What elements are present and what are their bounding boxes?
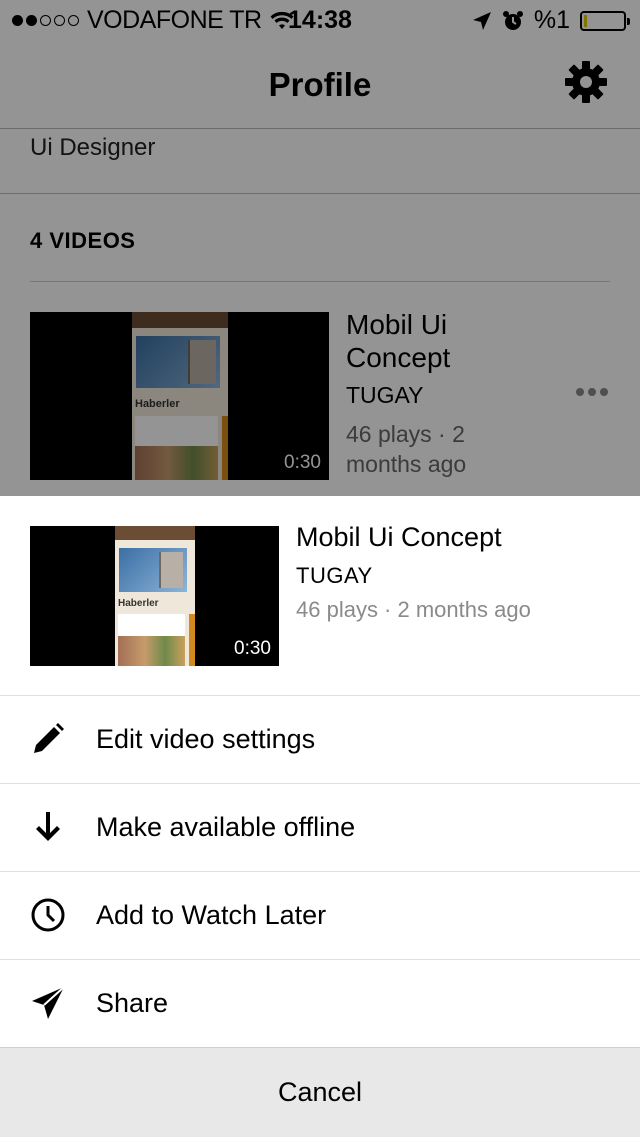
- download-arrow-icon: [36, 812, 60, 841]
- menu-item-label: Make available offline: [96, 812, 356, 842]
- menu-item-label: Add to Watch Later: [96, 900, 327, 930]
- add-to-watch-later-button[interactable]: Add to Watch Later: [0, 872, 640, 960]
- make-available-offline-button[interactable]: Make available offline: [0, 784, 640, 872]
- menu-item-label: Edit video settings: [96, 724, 316, 754]
- paper-plane-icon: [32, 986, 65, 1019]
- modal-overlay[interactable]: [0, 0, 640, 496]
- thumbnail-heading: Haberler: [118, 598, 159, 609]
- video-duration: 0:30: [234, 638, 271, 659]
- share-button[interactable]: Share: [0, 960, 640, 1047]
- menu-item-label: Share: [96, 988, 169, 1018]
- clock-icon: [31, 898, 65, 932]
- video-thumbnail: Haberler 0:30: [30, 526, 279, 666]
- thumbnail-image: Haberler: [115, 526, 195, 666]
- video-channel: TUGAY: [296, 563, 373, 588]
- screen: VODAFONE TR 14:38 %1 Profile Ui Designer…: [0, 0, 640, 1137]
- video-meta: 46 plays · 2 months ago: [296, 597, 531, 622]
- pencil-icon: [34, 723, 64, 753]
- action-sheet: Haberler 0:30 Mobil Ui Concept TUGAY 46 …: [0, 496, 640, 1137]
- cancel-button[interactable]: Cancel: [0, 1047, 640, 1137]
- edit-video-settings-button[interactable]: Edit video settings: [0, 696, 640, 784]
- video-info: Mobil Ui Concept TUGAY 46 plays · 2 mont…: [296, 522, 531, 623]
- action-sheet-header: Haberler 0:30 Mobil Ui Concept TUGAY 46 …: [0, 496, 640, 696]
- video-title: Mobil Ui Concept: [296, 522, 502, 552]
